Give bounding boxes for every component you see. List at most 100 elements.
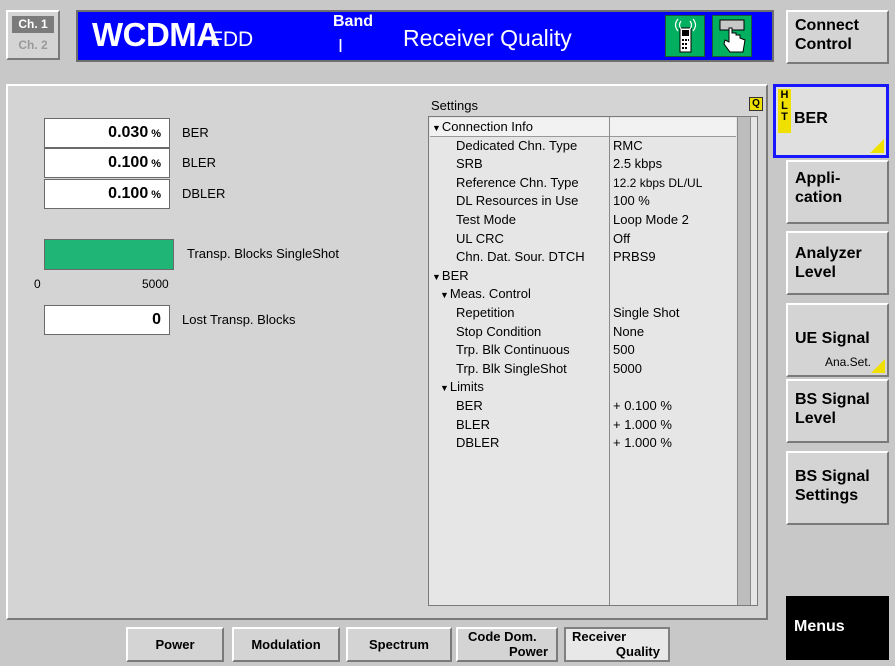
settings-item-value: 5000 — [613, 360, 642, 376]
bs-signal-level-button[interactable]: BS Signal Level — [786, 379, 889, 443]
application-line1: Appli- — [795, 170, 841, 187]
settings-item-value: PRBS9 — [613, 249, 656, 265]
progress-label: Transp. Blocks SingleShot — [187, 246, 339, 261]
collapse-arrow-icon[interactable]: ▼ — [432, 272, 441, 282]
bler-unit: % — [151, 158, 161, 170]
settings-scrollbar[interactable] — [737, 117, 751, 605]
settings-item-label: Trp. Blk Continuous — [456, 342, 570, 358]
bs-signal-settings-button[interactable]: BS Signal Settings — [786, 451, 889, 525]
settings-item-label: DBLER — [456, 435, 500, 451]
settings-tree[interactable]: ▼Connection Info Dedicated Chn. Type RMC SR… — [428, 116, 758, 606]
tab-code-dom-power[interactable]: Code Dom. Power — [456, 627, 558, 662]
tab-code-dom-line2: Power — [508, 644, 548, 659]
settings-item-label: Test Mode — [456, 212, 516, 227]
band-value: I — [338, 36, 344, 56]
settings-item[interactable]: DBLER — [456, 434, 499, 452]
settings-item-value: + 1.000 % — [613, 435, 672, 451]
settings-item-value: + 1.000 % — [613, 416, 672, 432]
dbler-value-box: 0.100% — [44, 179, 170, 209]
softkey-corner-indicator — [871, 359, 885, 373]
ber-value: 0.030 — [108, 124, 149, 141]
channel-1-button[interactable]: Ch. 1 — [12, 16, 54, 33]
lost-blocks-value-box: 0 — [44, 305, 170, 335]
menus-button[interactable]: Menus — [786, 596, 889, 660]
bs-signal-settings-line2: Settings — [795, 487, 859, 504]
settings-item-label: Limits — [449, 379, 484, 395]
bs-signal-level-line1: BS Signal — [795, 391, 870, 408]
settings-item-value: Off — [613, 230, 631, 246]
tab-modulation[interactable]: Modulation — [232, 627, 340, 662]
quick-settings-icon[interactable]: Q — [749, 97, 763, 111]
system-name: WCDMA — [92, 16, 220, 53]
ber-unit: % — [151, 128, 161, 140]
measurement-title: Receiver Quality — [403, 25, 572, 51]
tab-receiver-quality[interactable]: Receiver Quality — [564, 627, 670, 662]
lost-blocks-value: 0 — [152, 311, 161, 328]
settings-group[interactable]: ▼Meas. Control — [440, 285, 531, 303]
tab-receiver-line1: Receiver — [572, 629, 627, 644]
channel-2-button[interactable]: Ch. 2 — [12, 37, 54, 54]
settings-item[interactable]: Stop Condition — [456, 323, 541, 341]
settings-item[interactable]: Reference Chn. Type — [456, 174, 579, 192]
settings-item-label: BLER — [456, 416, 490, 432]
settings-item-label: Stop Condition — [456, 323, 542, 339]
ber-button[interactable]: H L T BER — [773, 84, 889, 158]
settings-item[interactable]: UL CRC — [456, 230, 504, 248]
tab-spectrum[interactable]: Spectrum — [346, 627, 452, 662]
connect-control-line2: Control — [795, 36, 852, 53]
bler-value: 0.100 — [108, 154, 149, 171]
analyzer-level-line2: Level — [795, 264, 836, 281]
settings-group[interactable]: ▼BER — [432, 267, 469, 285]
settings-item[interactable]: Repetition — [456, 304, 515, 322]
tab-power[interactable]: Power — [126, 627, 224, 662]
softkey-corner-indicator — [870, 139, 884, 153]
title-bar: WCDMA FDD Band I Receiver Quality — [76, 10, 774, 62]
settings-item[interactable]: Test Mode — [456, 211, 516, 229]
settings-item[interactable]: Chn. Dat. Sour. DTCH — [456, 248, 585, 266]
mobile-phone-icon — [665, 15, 705, 57]
measurement-panel: 0.030% BER 0.100% BLER 0.100% DBLER Tran… — [6, 84, 768, 620]
progress-fill — [45, 240, 173, 269]
dbler-label: DBLER — [182, 186, 226, 201]
settings-item-label: Connection Info — [441, 119, 533, 134]
settings-item[interactable]: Trp. Blk Continuous — [456, 341, 570, 359]
settings-item-label: Trp. Blk SingleShot — [456, 360, 567, 376]
settings-item-label: DL Resources in Use — [456, 193, 579, 209]
settings-item-label: Dedicated Chn. Type — [456, 137, 578, 153]
settings-item[interactable]: Trp. Blk SingleShot — [456, 360, 567, 378]
ue-signal-sublabel: Ana.Set. — [824, 355, 871, 369]
bler-value-box: 0.100% — [44, 148, 170, 178]
collapse-arrow-icon[interactable]: ▼ — [440, 290, 449, 300]
collapse-arrow-icon[interactable]: ▼ — [440, 383, 449, 393]
settings-item-label: BER — [456, 398, 483, 413]
settings-item-value: 500 — [613, 342, 635, 358]
ue-signal-button[interactable]: UE Signal Ana.Set. — [786, 303, 889, 377]
hlt-t: T — [781, 111, 788, 123]
ue-signal-label: UE Signal — [795, 330, 870, 347]
collapse-arrow-icon[interactable]: ▼ — [432, 123, 441, 133]
settings-item-value: None — [613, 323, 645, 339]
settings-item[interactable]: Dedicated Chn. Type — [456, 137, 577, 155]
settings-item-label: Reference Chn. Type — [456, 174, 579, 190]
analyzer-level-button[interactable]: Analyzer Level — [786, 231, 889, 295]
tab-code-dom-line1: Code Dom. — [468, 629, 537, 644]
progress-axis-max: 5000 — [142, 277, 169, 291]
channel-selector[interactable]: Ch. 1 Ch. 2 — [6, 10, 60, 60]
settings-item[interactable]: BLER — [456, 416, 490, 434]
settings-group[interactable]: ▼Connection Info — [432, 118, 533, 136]
application-button[interactable]: Appli- cation — [786, 160, 889, 224]
settings-group[interactable]: ▼Limits — [440, 378, 484, 396]
settings-item[interactable]: SRB — [456, 155, 483, 173]
settings-item-value: 2.5 kbps — [613, 156, 663, 172]
settings-item-value: RMC — [613, 137, 643, 153]
settings-title: Settings — [431, 98, 478, 113]
settings-item-value: + 0.100 % — [613, 398, 672, 413]
connect-control-button[interactable]: Connect Control — [786, 10, 889, 64]
connect-control-line1: Connect — [795, 17, 859, 34]
bs-signal-level-line2: Level — [795, 410, 836, 427]
settings-item-value: Single Shot — [613, 305, 680, 320]
bs-signal-settings-line1: BS Signal — [795, 468, 870, 485]
column-divider — [609, 117, 610, 605]
settings-item[interactable]: BER — [456, 397, 483, 415]
settings-item[interactable]: DL Resources in Use — [456, 192, 578, 210]
